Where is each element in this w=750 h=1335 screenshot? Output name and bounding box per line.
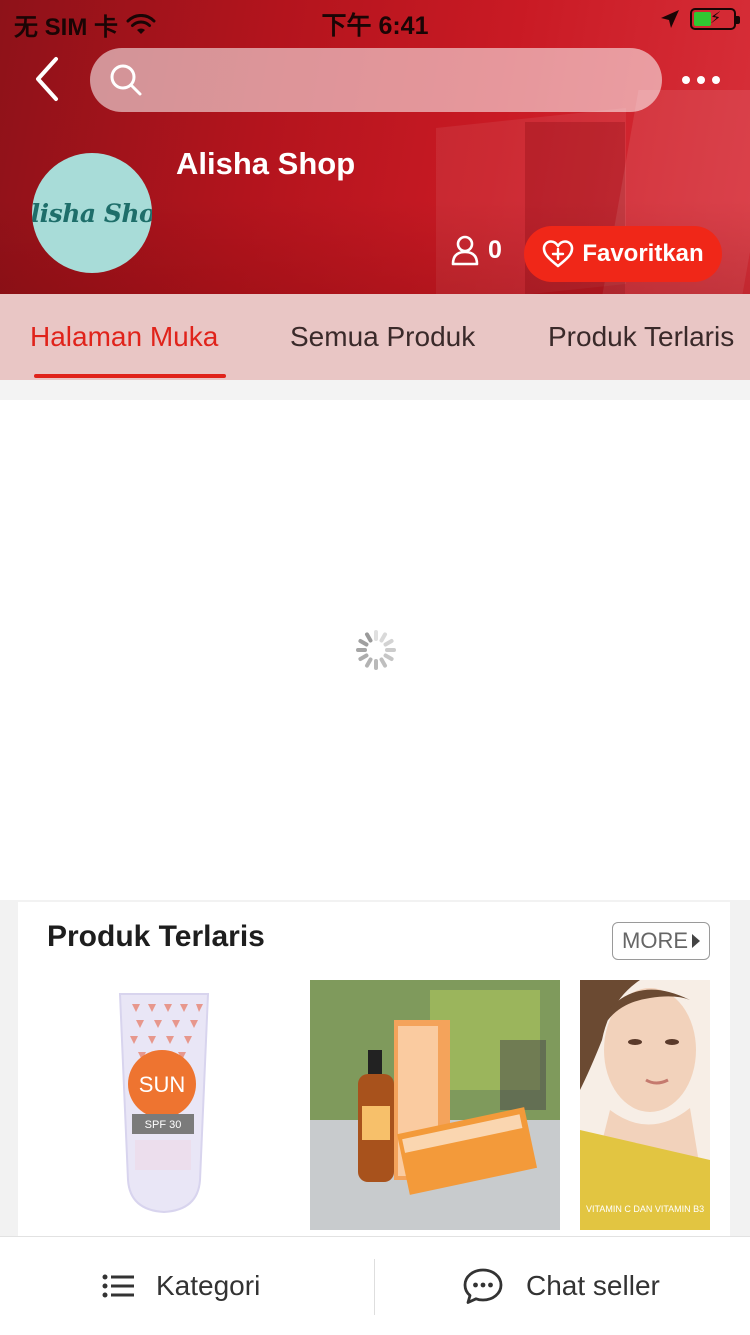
chat-seller-label: Chat seller [526, 1270, 660, 1301]
search-icon [110, 64, 142, 96]
more-button-label: MORE [622, 928, 688, 953]
battery-charging-icon: ⚡ [690, 8, 740, 30]
spinner-spoke [356, 648, 367, 652]
shop-search-bar[interactable] [90, 48, 662, 114]
status-bar: 无 SIM 卡 下午 6:41 ⚡ [0, 0, 750, 41]
chevron-left-icon [36, 57, 58, 101]
bottom-bar-divider [374, 1259, 375, 1315]
follower-count-value: 0 [488, 235, 502, 264]
location-arrow-icon [661, 10, 679, 28]
spinner-spoke [385, 648, 396, 652]
product-card-serum[interactable] [310, 980, 560, 1230]
spinner-spoke [374, 659, 378, 670]
more-button[interactable]: MORE [612, 922, 710, 960]
spinner-spoke [374, 630, 378, 641]
user-icon [451, 235, 479, 266]
more-dots-icon[interactable] [682, 66, 732, 94]
shop-avatar[interactable]: Alisha Shop [32, 153, 152, 273]
spinner-spoke [382, 638, 395, 648]
sunscreen-label: SUN [139, 1072, 185, 1097]
section-divider [0, 380, 750, 400]
product-card-face-cream[interactable]: VITAMIN C DAN VITAMIN B3 [580, 980, 710, 1230]
heart-plus-icon [543, 240, 574, 268]
spf-label: SPF 30 [145, 1119, 182, 1131]
back-button[interactable] [30, 54, 70, 104]
best-seller-title: Produk Terlaris [47, 920, 265, 953]
shop-name: Alisha Shop [176, 146, 356, 181]
tab-semua-produk[interactable]: Semua Produk [290, 294, 475, 380]
sunscreen-tube-image: SUN SPF 30 [118, 993, 210, 1214]
spinner-spoke [364, 656, 374, 669]
loading-spinner-icon [356, 630, 396, 670]
active-tab-indicator [34, 374, 226, 378]
chat-seller-button[interactable]: Chat seller [462, 1237, 660, 1335]
product-card-sunscreen[interactable]: SUN SPF 30 [40, 980, 290, 1230]
serum-product-image [310, 980, 560, 1230]
follower-count: 0 [450, 234, 502, 266]
model-face-image: VITAMIN C DAN VITAMIN B3 [580, 980, 710, 1230]
category-button-label: Kategori [156, 1270, 261, 1301]
tab-halaman-muka[interactable]: Halaman Muka [30, 294, 218, 380]
list-icon [102, 1274, 134, 1298]
shop-tabs: Halaman Muka Semua Produk Produk Terlari… [0, 294, 750, 380]
status-time: 下午 6:41 [321, 12, 429, 40]
favorite-button[interactable]: Favoritkan [524, 226, 722, 282]
chat-bubble-icon [463, 1268, 503, 1304]
vitamin-label: VITAMIN C DAN VITAMIN B3 [586, 1204, 704, 1214]
bottom-bar: Kategori Chat seller [0, 1236, 750, 1335]
favorite-button-label: Favoritkan [582, 240, 704, 267]
caret-right-icon [692, 934, 700, 948]
avatar-logo-text: Alisha Shop [32, 198, 152, 228]
category-button[interactable]: Kategori [102, 1237, 260, 1335]
tab-produk-terlaris[interactable]: Produk Terlaris [548, 294, 734, 380]
search-input[interactable] [154, 48, 648, 114]
